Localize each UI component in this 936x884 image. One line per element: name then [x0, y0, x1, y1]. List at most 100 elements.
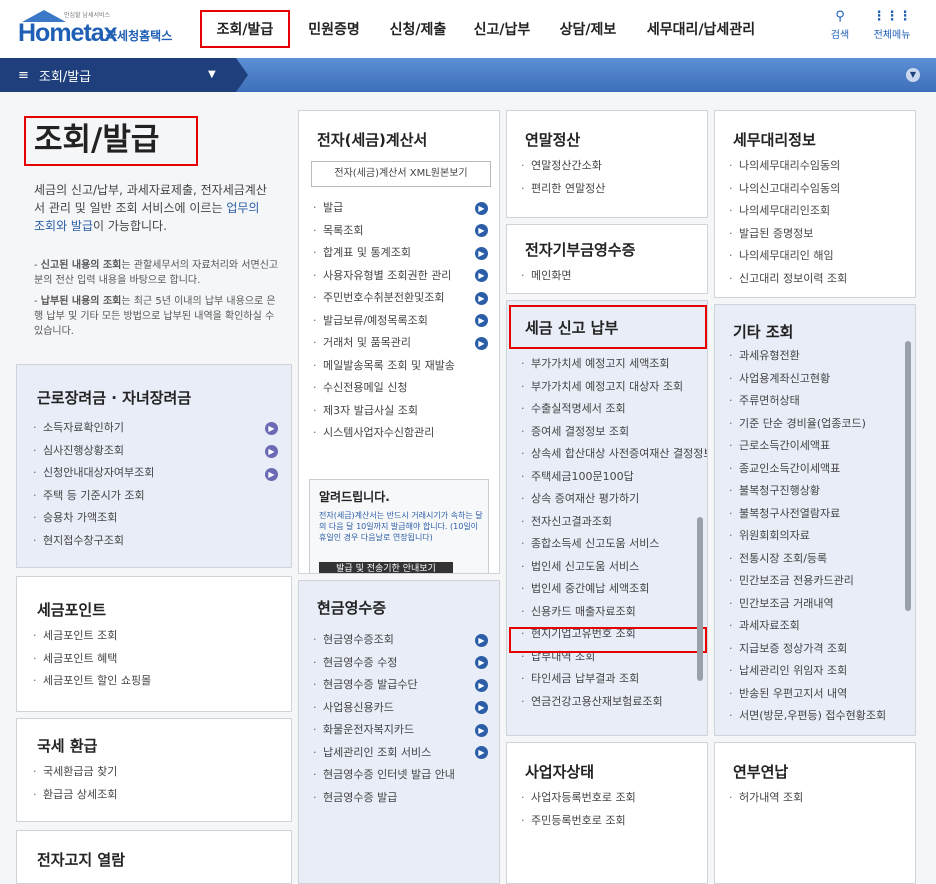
list-item[interactable]: 현금영수증 발급 [313, 787, 455, 810]
list-item[interactable]: 주민번호수취분전환및조회 [313, 287, 455, 310]
nav-certificate[interactable]: 민원증명 [298, 10, 370, 48]
list-item[interactable]: 현금영수증 인터넷 발급 안내 [313, 764, 455, 787]
list-item[interactable]: 제3자 발급사실 조회 [313, 400, 455, 423]
arrow-right-icon[interactable]: ▶ [475, 746, 488, 759]
list-item[interactable]: 심사진행상황조회 [33, 440, 154, 463]
list-item[interactable]: 납세관리인 조회 서비스 [313, 742, 455, 765]
list-item[interactable]: 신청안내대상자여부조회 [33, 462, 154, 485]
list-item[interactable]: 주류면허상태 [729, 390, 886, 413]
list-item[interactable]: 전자신고결과조회 [521, 511, 707, 534]
hometax-logo[interactable]: 안심할 납세서비스 Hometax 국세청홈택스 [18, 10, 193, 50]
list-item[interactable]: 근로소득간이세액표 [729, 435, 886, 458]
xml-view-button[interactable]: 전자(세금)계산서 XML원본보기 [311, 161, 491, 187]
arrow-right-icon[interactable]: ▶ [475, 656, 488, 669]
list-item[interactable]: 부가가치세 예정고지 세액조회 [521, 353, 707, 376]
deadline-info-button[interactable]: 발급 및 전송기한 안내보기 [319, 562, 453, 573]
list-item[interactable]: 과세유형전환 [729, 345, 886, 368]
list-item[interactable]: 사업자등록번호로 조회 [521, 787, 636, 810]
list-item[interactable]: 부가가치세 예정고지 대상자 조회 [521, 376, 707, 399]
list-item[interactable]: 국세환급금 찾기 [33, 761, 117, 784]
list-item[interactable]: 현금영수증 발급수단 [313, 674, 455, 697]
arrow-right-icon[interactable]: ▶ [475, 292, 488, 305]
arrow-right-icon[interactable]: ▶ [475, 337, 488, 350]
list-item[interactable]: 목록조회 [313, 220, 455, 243]
list-item[interactable]: 나의신고대리수임동의 [729, 178, 847, 201]
tax-report-scrollbar[interactable] [697, 517, 703, 681]
list-item[interactable]: 불복청구사전열람자료 [729, 503, 886, 526]
list-item[interactable]: 발급보류/예정목록조회 [313, 310, 455, 333]
arrow-right-icon[interactable]: ▶ [265, 468, 278, 481]
list-item[interactable]: 현지접수창구조회 [33, 530, 154, 553]
arrow-right-icon[interactable]: ▶ [475, 314, 488, 327]
arrow-right-icon[interactable]: ▶ [265, 422, 278, 435]
list-item[interactable]: 세금포인트 조회 [33, 625, 151, 648]
other-inquiry-scrollbar[interactable] [905, 341, 911, 611]
list-item[interactable]: 법인세 중간예납 세액조회 [521, 578, 707, 601]
search-button[interactable]: ⚲ 검색 [818, 10, 862, 42]
breadcrumb-dropdown[interactable]: ≡ 조회/발급 [0, 58, 248, 92]
list-item[interactable]: 메인화면 [521, 265, 571, 288]
list-item[interactable]: 나의세무대리수임동의 [729, 155, 847, 178]
list-item[interactable]: 사업용계좌신고현황 [729, 368, 886, 391]
list-item[interactable]: 연금건강고용산재보험료조회 [521, 691, 707, 714]
list-item[interactable]: 신용카드 매출자료조회 [521, 601, 707, 624]
list-item[interactable]: 발급된 증명정보 [729, 223, 847, 246]
list-item[interactable]: 종합소득세 신고도움 서비스 [521, 533, 707, 556]
e-bill-box[interactable]: 전자고지 열람 [16, 830, 292, 884]
nav-application[interactable]: 신청/제출 [378, 10, 458, 48]
list-item[interactable]: 증여세 결정정보 조회 [521, 421, 707, 444]
list-item[interactable]: 주택 등 기준시가 조회 [33, 485, 154, 508]
arrow-right-icon[interactable]: ▶ [475, 202, 488, 215]
list-item[interactable]: 시스템사업자수신함관리 [313, 422, 455, 445]
arrow-right-icon[interactable]: ▶ [475, 269, 488, 282]
list-item[interactable]: 민간보조금 거래내역 [729, 593, 886, 616]
arrow-right-icon[interactable]: ▶ [475, 679, 488, 692]
list-item[interactable]: 환급금 상세조회 [33, 784, 117, 807]
list-item[interactable]: 현금영수증 수정 [313, 652, 455, 675]
all-menu-button[interactable]: ⋮⋮⋮ 전체메뉴 [870, 10, 914, 42]
list-item[interactable]: 나의세무대리인 해임 [729, 245, 847, 268]
arrow-right-icon[interactable]: ▶ [475, 634, 488, 647]
collapse-icon[interactable]: ▼ [906, 68, 920, 82]
list-item[interactable]: 수출실적명세서 조회 [521, 398, 707, 421]
arrow-right-icon[interactable]: ▶ [265, 445, 278, 458]
list-item[interactable]: 상속세 합산대상 사전증여재산 결정정보 조회 [521, 443, 707, 466]
list-item[interactable]: 사업용신용카드 [313, 697, 455, 720]
list-item[interactable]: 허가내역 조회 [729, 787, 803, 810]
list-item[interactable]: 주택세금100문100답 [521, 466, 707, 489]
list-item[interactable]: 납세관리인 위임자 조회 [729, 660, 886, 683]
list-item[interactable]: 연말정산간소화 [521, 155, 605, 178]
list-item[interactable]: 반송된 우편고지서 내역 [729, 683, 886, 706]
list-item[interactable]: 서면(방문,우편등) 접수현황조회 [729, 705, 886, 728]
list-item[interactable]: 상속 증여재산 평가하기 [521, 488, 707, 511]
list-item[interactable]: 거래처 및 품목관리 [313, 332, 455, 355]
list-item[interactable]: 편리한 연말정산 [521, 178, 605, 201]
list-item[interactable]: 메일발송목록 조회 및 재발송 [313, 355, 455, 378]
list-item[interactable]: 세금포인트 혜택 [33, 648, 151, 671]
list-item[interactable]: 수신전용메일 신청 [313, 377, 455, 400]
list-item[interactable]: 과세자료조회 [729, 615, 886, 638]
list-item[interactable]: 기준 단순 경비율(업종코드) [729, 413, 886, 436]
list-item[interactable]: 종교인소득간이세액표 [729, 458, 886, 481]
nav-inquiry-issue[interactable]: 조회/발급 [200, 10, 290, 48]
list-item[interactable]: 민간보조금 전용카드관리 [729, 570, 886, 593]
nav-report-pay[interactable]: 신고/납부 [464, 10, 540, 48]
list-item[interactable]: 불복청구진행상황 [729, 480, 886, 503]
list-item[interactable]: 소득자료확인하기 [33, 417, 154, 440]
arrow-right-icon[interactable]: ▶ [475, 701, 488, 714]
list-item[interactable]: 세금포인트 할인 쇼핑몰 [33, 670, 151, 693]
list-item[interactable]: 타인세금 납부결과 조회 [521, 668, 707, 691]
chevron-down-icon[interactable]: ▼ [208, 69, 216, 80]
list-item[interactable]: 전통시장 조회/등록 [729, 548, 886, 571]
list-item[interactable]: 합계표 및 통계조회 [313, 242, 455, 265]
list-item[interactable]: 신고대리 정보이력 조회 [729, 268, 847, 291]
list-item[interactable]: 위원회회의자료 [729, 525, 886, 548]
list-item[interactable]: 나의세무대리인조회 [729, 200, 847, 223]
arrow-right-icon[interactable]: ▶ [475, 724, 488, 737]
arrow-right-icon[interactable]: ▶ [475, 224, 488, 237]
arrow-right-icon[interactable]: ▶ [475, 247, 488, 260]
list-item[interactable]: 법인세 신고도움 서비스 [521, 556, 707, 579]
list-item[interactable]: 현금영수증조회 [313, 629, 455, 652]
list-item[interactable]: 주민등록번호로 조회 [521, 810, 636, 833]
list-item[interactable]: 지급보증 정상가격 조회 [729, 638, 886, 661]
